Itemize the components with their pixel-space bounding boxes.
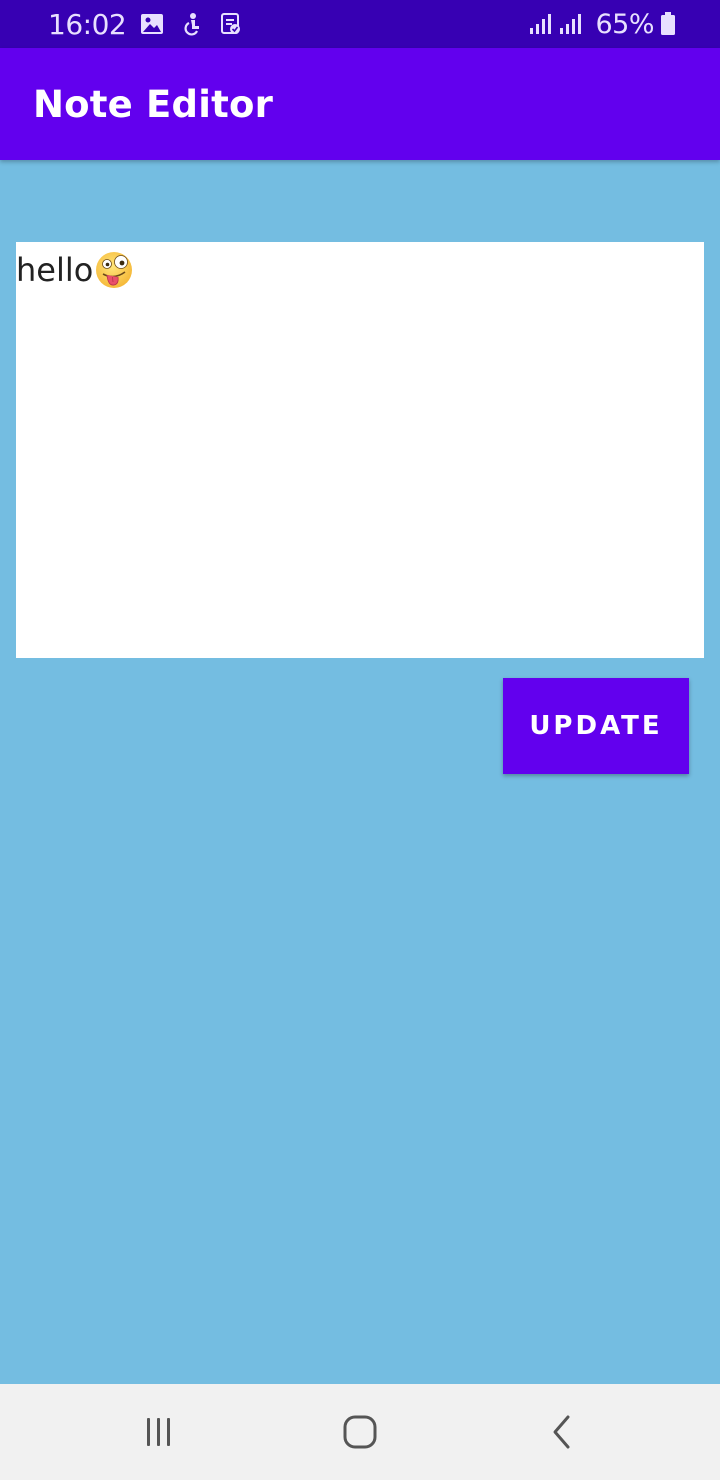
signal-icon (530, 14, 552, 34)
clipboard-check-icon (221, 13, 241, 34)
note-content: hello (16, 250, 704, 290)
status-time: 16:02 (48, 7, 127, 41)
note-text: hello (16, 251, 94, 289)
signal-icon (560, 14, 582, 34)
back-icon (553, 1415, 570, 1449)
status-bar: 16:02 65% (0, 0, 720, 48)
app-bar: Note Editor (0, 48, 720, 160)
zany-face-emoji-icon (96, 252, 133, 288)
navigation-bar (0, 1384, 720, 1480)
page-title: Note Editor (33, 82, 274, 126)
home-button[interactable] (300, 1384, 420, 1480)
update-button[interactable]: UPDATE (503, 678, 689, 774)
recents-icon (147, 1418, 170, 1446)
recents-button[interactable] (99, 1384, 219, 1480)
screen: 16:02 65% Note Editor hello UPDATE (0, 0, 720, 1480)
battery-percentage: 65% (595, 8, 654, 40)
status-notification-icons (140, 12, 242, 36)
status-system-icons: 65% (529, 9, 676, 40)
battery-icon (661, 12, 675, 35)
gallery-icon (141, 14, 164, 34)
accessibility-icon (184, 13, 200, 36)
home-icon (343, 1415, 377, 1449)
note-text-field[interactable]: hello (16, 242, 704, 658)
back-button[interactable] (502, 1384, 622, 1480)
